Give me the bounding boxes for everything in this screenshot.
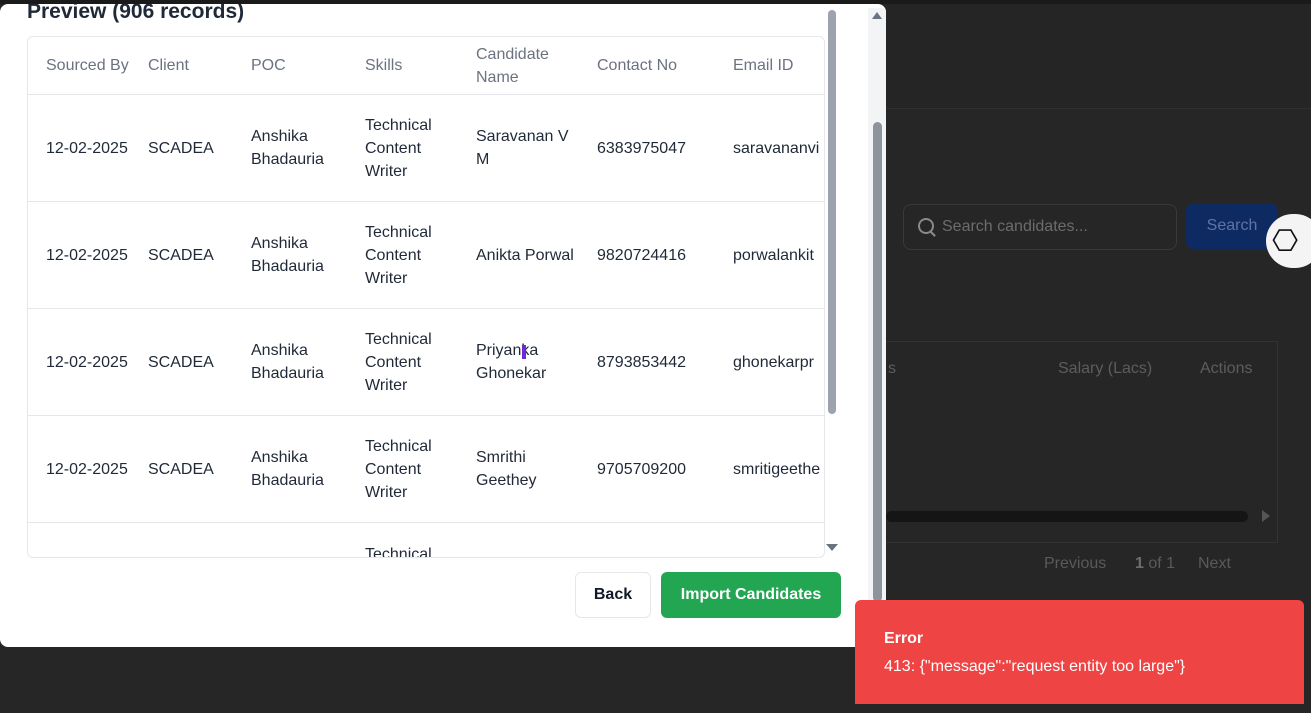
table-row: 12-02-2025 SCADEA Anshika Bhadauria Tech…: [28, 415, 824, 523]
cell-email: saravananvi: [715, 94, 824, 202]
cell-sourced-by: 12-02-2025: [28, 415, 130, 523]
cell-poc: Anshika Bhadauria: [233, 308, 347, 416]
cell-client: SCADEA: [130, 94, 233, 202]
search-placeholder: Search candidates...: [942, 218, 1088, 235]
col-contact-no: Contact No: [579, 37, 715, 95]
cell-contact: 9705709200: [579, 415, 715, 523]
table-header-actions: Actions: [1200, 360, 1253, 377]
cell-candidate: Smrithi Geethey: [458, 415, 579, 523]
cell-candidate: Anikta Porwal: [458, 201, 579, 309]
preview-table-container[interactable]: Sourced By Client POC Skills Candidate N…: [27, 36, 825, 558]
cell-sourced-by: 12-02-2025: [28, 94, 130, 202]
cell-poc: Anshika Bhadauria: [233, 201, 347, 309]
table-row: 12-02-2025 SCADEA Anshika Bhadauria Tech…: [28, 201, 824, 309]
next-page-button[interactable]: Next: [1198, 555, 1231, 573]
cell-email: [715, 522, 824, 557]
table-row: 12-02-2025 SCADEA Anshika Bhadauria Tech…: [28, 308, 824, 416]
cell-email: porwalankit: [715, 201, 824, 309]
cell-client: SCADEA: [130, 415, 233, 523]
col-sourced-by: Sourced By: [28, 37, 130, 95]
cell-skills: Technical: [347, 522, 458, 557]
cell-candidate: Priyanka Ghonekar: [458, 308, 579, 416]
assistant-icon[interactable]: ⎔: [1266, 214, 1311, 268]
toast-message: 413: {"message":"request entity too larg…: [884, 658, 1186, 675]
import-preview-modal: Preview (906 records) Sourced By Client …: [0, 4, 886, 647]
page-total: of 1: [1148, 555, 1176, 572]
previous-page-button[interactable]: Previous: [1044, 555, 1106, 573]
table-header-row: Sourced By Client POC Skills Candidate N…: [28, 37, 824, 95]
table-row: Technical: [28, 522, 824, 557]
col-client: Client: [130, 37, 233, 95]
table-header-partial: s: [888, 360, 896, 377]
cell-poc: [233, 522, 347, 557]
cell-contact: 6383975047: [579, 94, 715, 202]
cell-poc: Anshika Bhadauria: [233, 94, 347, 202]
current-page: 1: [1135, 555, 1144, 572]
page-indicator: 1 of 1: [1135, 555, 1175, 573]
search-button[interactable]: Search: [1186, 203, 1278, 249]
cell-candidate: Saravanan V M: [458, 94, 579, 202]
cell-contact: 9820724416: [579, 201, 715, 309]
back-button[interactable]: Back: [575, 572, 651, 618]
col-skills: Skills: [347, 37, 458, 95]
cell-client: [130, 522, 233, 557]
scroll-right-icon[interactable]: [1262, 510, 1270, 522]
col-candidate-name: Candidate Name: [458, 37, 579, 95]
table-scroll-thumb[interactable]: [828, 10, 836, 414]
cell-email: ghonekarpr: [715, 308, 824, 416]
cell-sourced-by: 12-02-2025: [28, 201, 130, 309]
scroll-up-icon[interactable]: [872, 12, 882, 19]
modal-scroll-thumb[interactable]: [873, 122, 882, 602]
cell-candidate: [458, 522, 579, 557]
toast-title: Error: [884, 630, 924, 647]
cell-client: SCADEA: [130, 308, 233, 416]
table-row: 12-02-2025 SCADEA Anshika Bhadauria Tech…: [28, 94, 824, 202]
col-email-id: Email ID: [715, 37, 824, 95]
cell-skills: Technical Content Writer: [347, 94, 458, 202]
cell-contact: 8793853442: [579, 308, 715, 416]
cell-email: smritigeethe: [715, 415, 824, 523]
cell-skills: Technical Content Writer: [347, 415, 458, 523]
import-candidates-button[interactable]: Import Candidates: [661, 572, 841, 618]
cell-client: SCADEA: [130, 201, 233, 309]
col-poc: POC: [233, 37, 347, 95]
scroll-down-icon[interactable]: [826, 544, 838, 551]
table-header-salary: Salary (Lacs): [1058, 360, 1153, 377]
page-header: [886, 4, 1311, 109]
cell-sourced-by: 12-02-2025: [28, 308, 130, 416]
modal-title: Preview (906 records): [27, 4, 245, 23]
cell-skills: Technical Content Writer: [347, 201, 458, 309]
cell-sourced-by: [28, 522, 130, 557]
text-cursor-icon: [522, 345, 526, 359]
horizontal-scrollbar[interactable]: [886, 511, 1248, 522]
preview-table: Sourced By Client POC Skills Candidate N…: [28, 37, 824, 557]
search-icon: [918, 218, 934, 234]
cell-skills: Technical Content Writer: [347, 308, 458, 416]
error-toast[interactable]: Error 413: {"message":"request entity to…: [855, 600, 1304, 704]
search-input[interactable]: Search candidates...: [903, 204, 1177, 250]
cell-contact: [579, 522, 715, 557]
cell-poc: Anshika Bhadauria: [233, 415, 347, 523]
